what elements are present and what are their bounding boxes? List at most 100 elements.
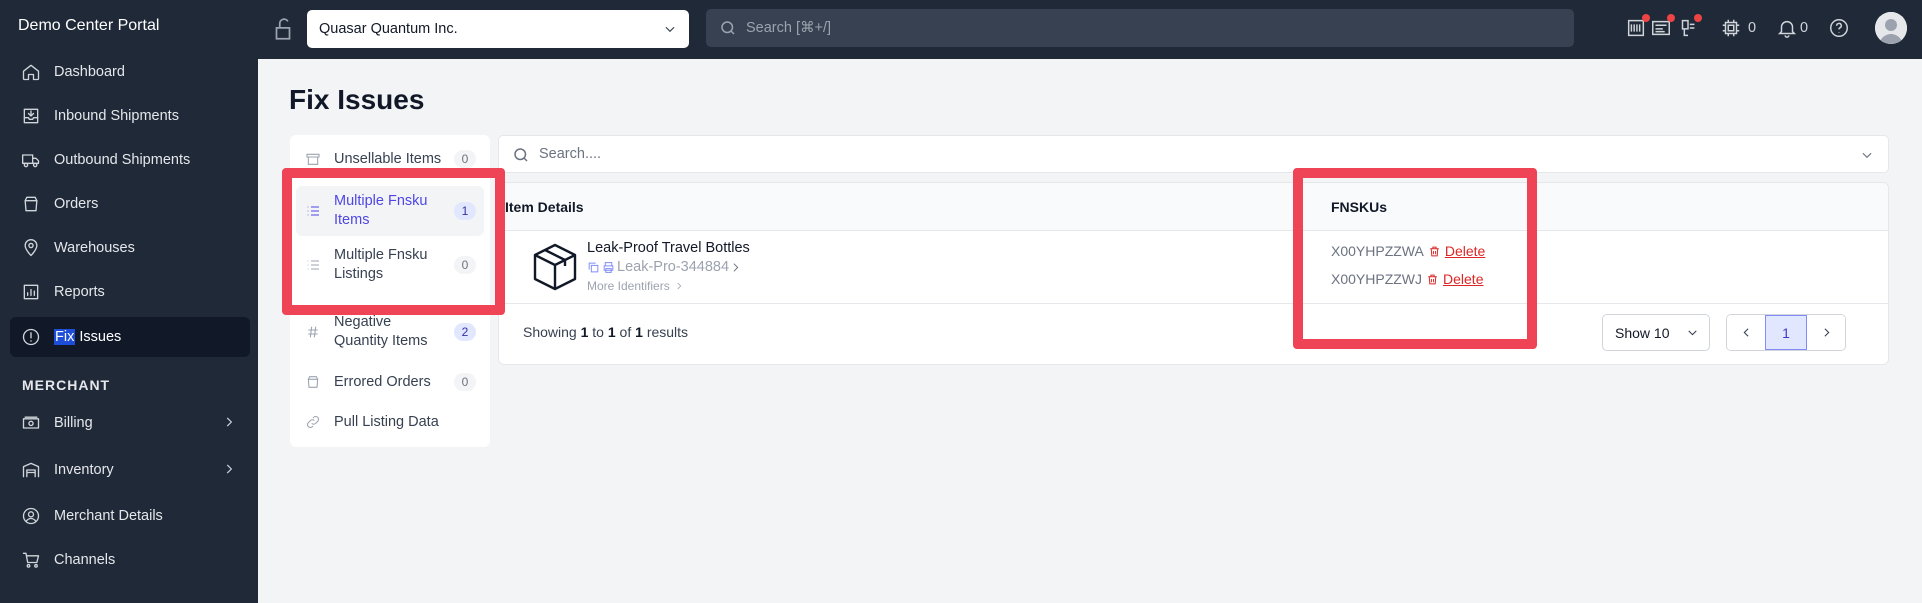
- page-size-value: Show 10: [1615, 324, 1670, 341]
- showing-from: 1: [580, 324, 589, 340]
- archive-icon: [304, 150, 322, 168]
- more-identifiers-link[interactable]: More Identifiers: [587, 279, 684, 293]
- cube-count: 0: [1748, 20, 1757, 36]
- sidebar-item-billing[interactable]: Billing: [10, 403, 250, 443]
- showing-to: 1: [607, 324, 616, 340]
- filter-errored-orders[interactable]: Errored Orders 0: [296, 370, 484, 394]
- sidebar-item-label: Warehouses: [54, 240, 135, 256]
- delete-fnsku-button[interactable]: Delete: [1426, 271, 1483, 287]
- filter-label: Multiple Fnsku Items: [334, 193, 428, 228]
- section-label-merchant: MERCHANT: [22, 377, 111, 393]
- sidebar-item-label: Inventory: [54, 462, 114, 478]
- page-button-current[interactable]: 1: [1765, 315, 1807, 350]
- bag-icon: [20, 193, 42, 215]
- pull-listing-data-link[interactable]: Pull Listing Data: [296, 410, 484, 434]
- sidebar-item-reports[interactable]: Reports: [10, 272, 250, 312]
- notification-dot: [1642, 14, 1650, 22]
- count-badge: 2: [454, 323, 476, 341]
- sidebar-item-dashboard[interactable]: Dashboard: [10, 52, 250, 92]
- filter-label: Unsellable Items: [334, 151, 442, 167]
- chevron-right-icon: [677, 282, 681, 290]
- company-select[interactable]: Quasar Quantum Inc.: [307, 10, 689, 48]
- truck-icon: [20, 149, 42, 171]
- user-circle-icon: [20, 505, 42, 527]
- sidebar-item-channels[interactable]: Channels: [10, 540, 250, 580]
- link-icon: [304, 413, 322, 431]
- sidebar-item-inventory[interactable]: Inventory: [10, 450, 250, 490]
- search-icon: [719, 19, 737, 37]
- sidebar-item-label: Reports: [54, 284, 105, 300]
- filter-label: Errored Orders: [334, 374, 431, 390]
- count-badge: 0: [454, 256, 476, 274]
- showing-prefix: Showing: [523, 324, 577, 340]
- chevron-down-icon[interactable]: [1860, 148, 1874, 162]
- showing-of-word: of: [619, 324, 632, 340]
- money-icon: [20, 412, 42, 434]
- chevron-right-icon: [733, 262, 739, 272]
- sidebar-item-label: Billing: [54, 415, 93, 431]
- more-identifiers-label: More Identifiers: [587, 279, 670, 293]
- unlock-icon[interactable]: [270, 16, 296, 42]
- warehouse-icon: [20, 459, 42, 481]
- sidebar: Demo Center Portal Dashboard Inbound Shi…: [0, 0, 258, 603]
- scanner-icon[interactable]: [1677, 14, 1702, 41]
- chevron-right-icon: [1823, 328, 1829, 337]
- sidebar-item-outbound-shipments[interactable]: Outbound Shipments: [10, 140, 250, 180]
- list-icon: [304, 256, 322, 274]
- avatar[interactable]: [1875, 12, 1907, 44]
- trash-icon: [1430, 246, 1439, 256]
- column-header-fnskus: FNSKUs: [1331, 199, 1388, 215]
- filter-multiple-fnsku-listings[interactable]: Multiple Fnsku Listings 0: [296, 240, 484, 290]
- sidebar-item-merchant-details[interactable]: Merchant Details: [10, 496, 250, 536]
- sidebar-item-fix-issues[interactable]: Fix Issues: [10, 317, 250, 357]
- issues-table: Item Details FNSKUs Leak-Proof Travel Bo…: [498, 182, 1889, 365]
- bar-chart-icon: [20, 281, 42, 303]
- prev-page-button[interactable]: [1727, 315, 1765, 350]
- issue-filter-panel: Unsellable Items 0 Multiple Fnsku Items …: [290, 135, 490, 447]
- filter-unsellable-items[interactable]: Unsellable Items 0: [296, 147, 484, 171]
- issues-search-input[interactable]: Search....: [498, 135, 1889, 173]
- product-name[interactable]: Leak-Proof Travel Bottles: [587, 240, 750, 256]
- next-page-button[interactable]: [1807, 315, 1845, 350]
- count-badge: 0: [454, 150, 476, 168]
- sidebar-item-inbound-shipments[interactable]: Inbound Shipments: [10, 96, 250, 136]
- notification-dot: [1694, 14, 1702, 22]
- product-sku[interactable]: Leak-Pro-344884: [587, 259, 744, 275]
- label-print-icon[interactable]: [1650, 14, 1675, 41]
- page-size-select[interactable]: Show 10: [1602, 314, 1710, 351]
- filter-multiple-fnsku-items[interactable]: Multiple Fnsku Items 1: [296, 186, 484, 236]
- filter-label: Multiple Fnsku Listings: [334, 247, 428, 282]
- delete-fnsku-button[interactable]: Delete: [1428, 243, 1485, 259]
- sidebar-item-warehouses[interactable]: Warehouses: [10, 228, 250, 268]
- fnsku-code: X00YHPZZWA: [1331, 243, 1424, 259]
- sidebar-item-orders[interactable]: Orders: [10, 184, 250, 224]
- page-title: Fix Issues: [289, 84, 425, 115]
- hash-icon: [304, 323, 322, 341]
- bell-icon: [1777, 20, 1797, 38]
- chevron-right-icon: [222, 462, 236, 476]
- sidebar-item-label: Orders: [54, 196, 99, 212]
- help-icon[interactable]: [1828, 15, 1850, 41]
- chip-icon: [1722, 19, 1740, 37]
- sidebar-item-label: Channels: [54, 552, 116, 568]
- chevron-left-icon: [1743, 328, 1749, 337]
- sku-text: Leak-Pro-344884: [617, 259, 730, 275]
- inbox-icon: [20, 105, 42, 127]
- alert-circle-icon: [20, 326, 42, 348]
- global-search-input[interactable]: Search [⌘+/]: [706, 9, 1574, 47]
- print-icon: [603, 261, 614, 273]
- barcode-scan-icon[interactable]: [1625, 14, 1650, 41]
- cube-counter[interactable]: 0: [1720, 15, 1756, 41]
- cart-icon: [20, 549, 42, 571]
- list-icon: [304, 202, 322, 220]
- sidebar-item-label: Inbound Shipments: [54, 108, 179, 124]
- copy-icon: [588, 262, 599, 272]
- notification-dot: [1667, 14, 1675, 22]
- filter-label: Pull Listing Data: [334, 414, 439, 430]
- fnsku-entry: X00YHPZZWA Delete: [1331, 243, 1485, 259]
- trash-icon: [1428, 274, 1437, 284]
- search-placeholder: Search....: [539, 146, 602, 162]
- filter-negative-quantity-items[interactable]: Negative Quantity Items 2: [296, 310, 484, 354]
- notifications-button[interactable]: 0: [1776, 15, 1808, 41]
- filter-label: Negative Quantity Items: [334, 314, 428, 349]
